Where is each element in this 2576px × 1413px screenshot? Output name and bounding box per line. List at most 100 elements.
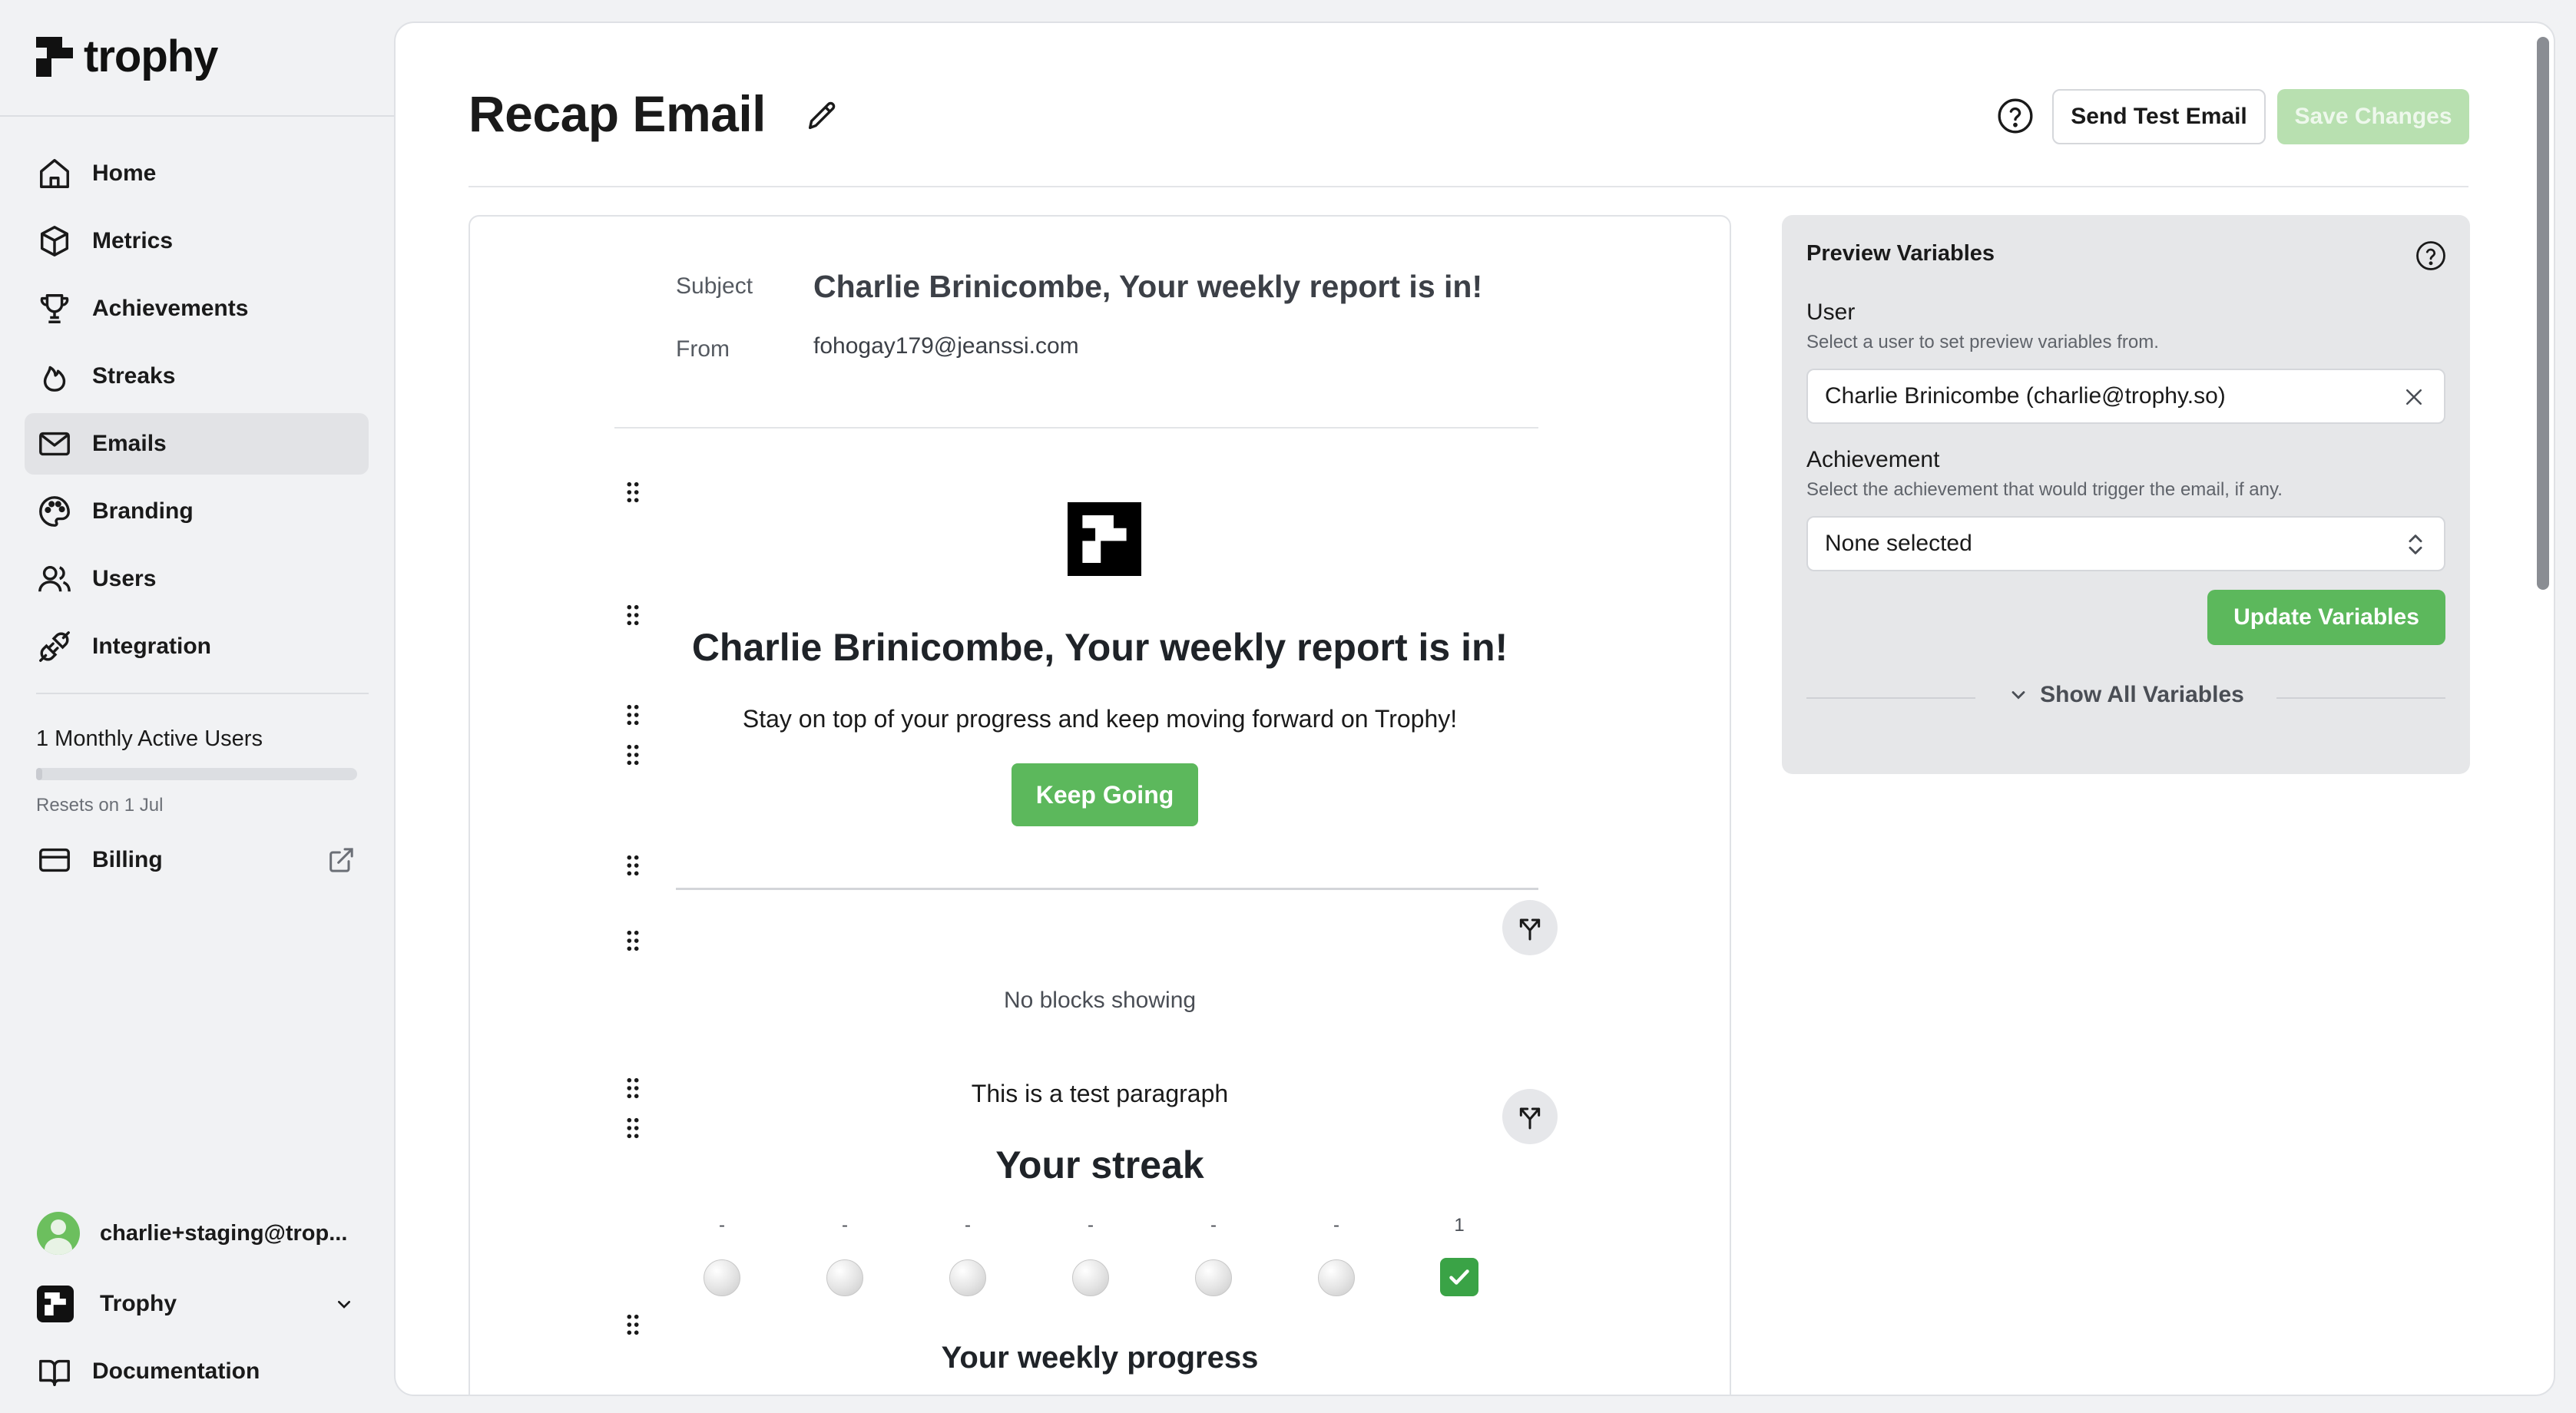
update-variables-button[interactable]: Update Variables: [2207, 590, 2445, 645]
keep-going-button[interactable]: Keep Going: [1012, 763, 1198, 826]
email-brand-logo: [1068, 502, 1141, 576]
streak-day-label: -: [1088, 1215, 1094, 1236]
sidebar-item-metrics[interactable]: Metrics: [25, 210, 369, 272]
checkmark-icon: [1440, 1258, 1478, 1296]
email-header-divider: [614, 427, 1538, 429]
monthly-active-users-label: 1 Monthly Active Users: [36, 726, 263, 751]
credit-card-icon: [37, 842, 72, 878]
no-blocks-text: No blocks showing: [1003, 988, 1197, 1013]
page-title: Recap Email: [469, 85, 767, 142]
edit-title-icon[interactable]: [804, 98, 839, 134]
drag-handle-icon[interactable]: [625, 1117, 641, 1140]
streak-day: -: [1192, 1215, 1235, 1296]
help-icon[interactable]: [2415, 240, 2447, 272]
show-all-variables-toggle[interactable]: Show All Variables: [1806, 682, 2445, 713]
chevron-up-down-icon: [2409, 534, 2422, 554]
split-icon: [1519, 1107, 1541, 1130]
branch-button[interactable]: [1502, 1089, 1558, 1144]
user-email: charlie+staging@trop...: [100, 1220, 348, 1246]
streak-day: 1: [1438, 1215, 1481, 1296]
sidebar-item-label: Integration: [92, 634, 211, 659]
email-intro: Stay on top of your progress and keep mo…: [742, 705, 1458, 733]
trophy-logo-icon: [36, 36, 73, 77]
preview-variables-title: Preview Variables: [1806, 241, 1995, 266]
achievement-select[interactable]: None selected: [1806, 516, 2445, 571]
drag-handle-icon[interactable]: [625, 854, 641, 877]
user-account[interactable]: charlie+staging@trop...: [25, 1206, 369, 1261]
org-logo-icon: [37, 1286, 74, 1322]
drag-handle-icon[interactable]: [625, 1313, 641, 1336]
sidebar: trophy Home Metrics Achievements Streaks…: [0, 0, 394, 1413]
empty-circle-icon: [1318, 1259, 1355, 1296]
drag-handle-icon[interactable]: [625, 481, 641, 504]
sidebar-item-label: Branding: [92, 498, 194, 524]
streak-heading: Your streak: [995, 1143, 1204, 1186]
streak-day-label: -: [719, 1215, 725, 1236]
sidebar-divider: [36, 693, 369, 694]
documentation-label: Documentation: [92, 1358, 260, 1384]
mau-progress-bar: [36, 768, 357, 780]
branch-button[interactable]: [1502, 900, 1558, 955]
sidebar-item-documentation[interactable]: Documentation: [25, 1344, 369, 1399]
org-switcher[interactable]: Trophy: [25, 1276, 369, 1332]
email-preview: Subject Charlie Brinicombe, Your weekly …: [469, 215, 1731, 1395]
empty-circle-icon: [704, 1259, 740, 1296]
empty-circle-icon: [1195, 1259, 1232, 1296]
send-test-email-button[interactable]: Send Test Email: [2052, 89, 2266, 144]
clear-icon[interactable]: [2402, 386, 2425, 409]
sidebar-nav: Home Metrics Achievements Streaks Emails: [25, 143, 369, 683]
scrollbar[interactable]: [2537, 37, 2549, 590]
sidebar-item-label: Achievements: [92, 296, 249, 321]
drag-handle-icon[interactable]: [625, 929, 641, 952]
email-subject: Charlie Brinicombe, Your weekly report i…: [813, 269, 1483, 304]
sidebar-item-label: Emails: [92, 431, 167, 456]
chevron-down-icon: [2011, 691, 2025, 700]
show-all-variables: Show All Variables: [1806, 682, 2445, 708]
mau-progress-fill: [36, 768, 43, 780]
user-field-hint: Select a user to set preview variables f…: [1806, 332, 2159, 352]
achievement-select-value: None selected: [1825, 531, 1972, 556]
brand-name: trophy: [84, 31, 218, 81]
main-panel: Recap Email Send Test Email Save Changes…: [394, 22, 2555, 1396]
cube-icon: [37, 223, 72, 259]
palette-icon: [37, 494, 72, 529]
sidebar-item-users[interactable]: Users: [25, 548, 369, 610]
user-select[interactable]: Charlie Brinicombe (charlie@trophy.so): [1806, 369, 2445, 424]
user-select-value: Charlie Brinicombe (charlie@trophy.so): [1825, 383, 2226, 409]
drag-handle-icon[interactable]: [625, 743, 641, 766]
empty-circle-icon: [1072, 1259, 1109, 1296]
sidebar-item-integration[interactable]: Integration: [25, 616, 369, 677]
save-changes-button[interactable]: Save Changes: [2277, 89, 2469, 144]
sidebar-item-home[interactable]: Home: [25, 143, 369, 204]
mail-icon: [37, 426, 72, 462]
trophy-icon: [37, 291, 72, 326]
subject-label: Subject: [676, 273, 753, 299]
drag-handle-icon[interactable]: [625, 604, 641, 627]
sidebar-item-achievements[interactable]: Achievements: [25, 278, 369, 339]
user-field-label: User: [1806, 299, 1856, 325]
streak-day: -: [1069, 1215, 1112, 1296]
preview-variables-panel: Preview Variables User Select a user to …: [1782, 215, 2470, 774]
achievement-field-hint: Select the achievement that would trigge…: [1806, 479, 2283, 500]
achievement-field-label: Achievement: [1806, 447, 1940, 472]
sidebar-item-branding[interactable]: Branding: [25, 481, 369, 542]
streak-day: -: [946, 1215, 989, 1296]
sidebar-item-label: Streaks: [92, 363, 176, 389]
email-divider: [676, 888, 1538, 890]
book-icon: [37, 1354, 72, 1389]
email-from: fohogay179@jeanssi.com: [813, 333, 1079, 359]
external-link-icon: [329, 848, 353, 872]
sidebar-item-billing[interactable]: Billing: [25, 829, 369, 891]
show-all-variables-label: Show All Variables: [2040, 682, 2244, 707]
sidebar-item-streaks[interactable]: Streaks: [25, 346, 369, 407]
app-logo[interactable]: trophy: [36, 31, 218, 82]
header-divider: [469, 186, 2468, 187]
sidebar-item-label: Users: [92, 566, 157, 591]
email-heading: Charlie Brinicombe, Your weekly report i…: [691, 626, 1508, 669]
sidebar-item-emails[interactable]: Emails: [25, 413, 369, 475]
sidebar-item-label: Home: [92, 160, 157, 186]
split-icon: [1519, 918, 1541, 941]
help-icon[interactable]: [1996, 97, 2035, 135]
sidebar-item-label: Billing: [92, 847, 163, 872]
streak-day: -: [700, 1215, 743, 1296]
